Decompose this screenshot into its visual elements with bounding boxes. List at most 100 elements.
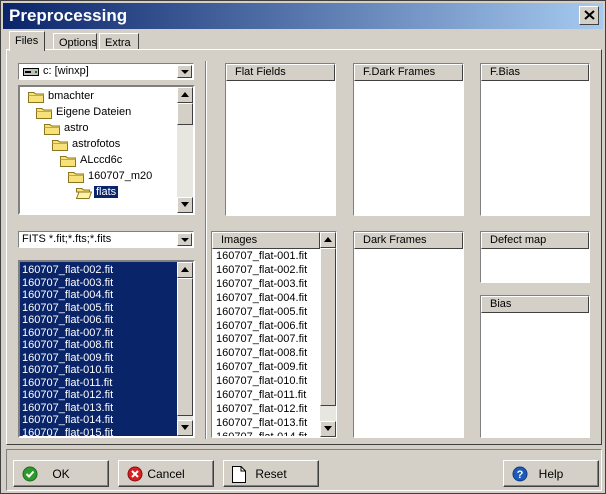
image-list-item[interactable]: 160707_flat-012.fit [216,403,307,416]
images-panel[interactable]: Images 160707_flat-001.fit 160707_flat-00… [211,231,337,438]
cancel-label: Cancel [147,467,185,481]
image-list-item[interactable]: 160707_flat-010.fit [216,375,307,388]
tab-extra[interactable]: Extra [99,33,139,50]
cancel-button[interactable]: Cancel [118,460,214,487]
scroll-up-button[interactable] [320,232,336,248]
file-list-item[interactable]: 160707_flat-012.fit [22,389,113,402]
image-list-item[interactable]: 160707_flat-005.fit [216,306,307,319]
images-list[interactable]: 160707_flat-001.fit 160707_flat-002.fit 16… [214,250,318,436]
file-list-item[interactable]: 160707_flat-005.fit [22,302,113,315]
filter-dropdown-button[interactable] [177,233,192,246]
scroll-up-button[interactable] [177,262,193,278]
file-list-item[interactable]: 160707_flat-007.fit [22,327,113,340]
defect-map-panel[interactable]: Defect map [480,231,590,283]
file-list-item[interactable]: 160707_flat-006.fit [22,314,113,327]
file-filter-select[interactable]: FITS *.fit;*.fts;*.fits [18,231,194,248]
drive-icon [23,68,39,76]
file-filter-value: FITS *.fit;*.fts;*.fits [22,233,112,245]
file-list-item[interactable]: 160707_flat-011.fit [22,377,112,390]
scroll-thumb[interactable] [320,248,336,406]
defect-map-header: Defect map [481,232,589,249]
folder-label: Eigene Dateien [56,106,132,118]
scroll-down-button[interactable] [320,421,336,437]
help-label: Help [538,467,564,481]
image-list-item[interactable]: 160707_flat-011.fit [216,389,306,402]
folder-label: astro [64,122,89,134]
bias-header: Bias [481,296,589,313]
folder-icon [28,90,44,106]
folder-icon [60,154,76,170]
flat-dark-frames-header: F.Dark Frames [354,64,463,81]
flat-bias-header: F.Bias [481,64,589,81]
image-list-item[interactable]: 160707_flat-009.fit [216,361,307,374]
file-list-item[interactable]: 160707_flat-009.fit [22,352,113,365]
scroll-down-button[interactable] [177,197,193,213]
reset-label: Reset [255,467,287,481]
arrow-up-icon [181,267,189,272]
drive-dropdown-button[interactable] [177,65,192,78]
arrow-up-icon [324,237,332,242]
arrow-down-icon [181,425,189,430]
arrow-down-icon [181,202,189,207]
image-list-item[interactable]: 160707_flat-001.fit [216,250,307,263]
file-list-item[interactable]: 160707_flat-015.fit [22,427,113,437]
close-button[interactable] [579,6,599,25]
dark-frames-header: Dark Frames [354,232,463,249]
ok-button[interactable]: OK [13,460,109,487]
scroll-thumb[interactable] [177,278,193,416]
flat-fields-panel[interactable]: Flat Fields [225,63,336,216]
image-list-item[interactable]: 160707_flat-013.fit [216,417,307,430]
chevron-down-icon [181,238,189,242]
bias-panel[interactable]: Bias [480,295,590,438]
folder-icon [68,170,84,186]
close-icon [584,10,595,20]
folder-label: bmachter [48,90,94,102]
images-header: Images [212,232,320,249]
open-folder-icon [75,186,93,202]
scroll-down-button[interactable] [177,420,193,436]
title-bar[interactable]: Preprocessing [3,3,603,29]
tab-options[interactable]: Options [53,33,97,50]
file-list[interactable]: 160707_flat-002.fit 160707_flat-003.fit 16… [18,260,195,438]
image-list-item[interactable]: 160707_flat-007.fit [216,333,307,346]
drive-select[interactable]: c: [winxp] [18,63,194,80]
ok-label: OK [52,467,70,481]
image-list-item[interactable]: 160707_flat-002.fit [216,264,307,277]
drive-select-value: c: [winxp] [43,65,89,77]
folder-label: 160707_m20 [88,170,153,182]
file-list-item[interactable]: 160707_flat-008.fit [22,339,113,352]
folder-label: ALccd6c [80,154,123,166]
window-title: Preprocessing [9,6,128,25]
scroll-up-button[interactable] [177,87,193,103]
tab-files[interactable]: Files [9,31,45,51]
file-list-item[interactable]: 160707_flat-003.fit [22,277,113,290]
reset-button[interactable]: Reset [223,460,319,487]
flat-bias-panel[interactable]: F.Bias [480,63,590,216]
preprocessing-window: Preprocessing Files Options Extra c: [wi… [0,0,606,494]
folder-icon [52,138,68,154]
scroll-thumb[interactable] [177,103,193,125]
file-list-item[interactable]: 160707_flat-004.fit [22,289,113,302]
image-list-item[interactable]: 160707_flat-008.fit [216,347,307,360]
image-list-item[interactable]: 160707_flat-003.fit [216,278,307,291]
arrow-up-icon [181,92,189,97]
flat-dark-frames-panel[interactable]: F.Dark Frames [353,63,464,216]
chevron-down-icon [181,70,189,74]
folder-icon [36,106,52,122]
image-list-item[interactable]: 160707_flat-004.fit [216,292,307,305]
file-list-item[interactable]: 160707_flat-002.fit [22,264,113,277]
folder-icon [44,122,60,138]
folder-tree-scrollbar[interactable] [177,87,193,213]
file-list-item[interactable]: 160707_flat-010.fit [22,364,113,377]
flat-fields-header: Flat Fields [226,64,335,81]
folder-label: astrofotos [72,138,121,150]
folder-tree[interactable]: bmachter Eigene Dateien astro astrofotos ALc… [18,85,195,215]
image-list-item[interactable]: 160707_flat-014.fit [216,431,307,436]
file-list-scrollbar[interactable] [177,262,193,436]
dark-frames-panel[interactable]: Dark Frames [353,231,464,438]
help-button[interactable]: ? Help [503,460,599,487]
image-list-item[interactable]: 160707_flat-006.fit [216,320,307,333]
file-list-item[interactable]: 160707_flat-014.fit [22,414,113,427]
images-scrollbar[interactable] [320,232,336,437]
file-list-item[interactable]: 160707_flat-013.fit [22,402,113,415]
